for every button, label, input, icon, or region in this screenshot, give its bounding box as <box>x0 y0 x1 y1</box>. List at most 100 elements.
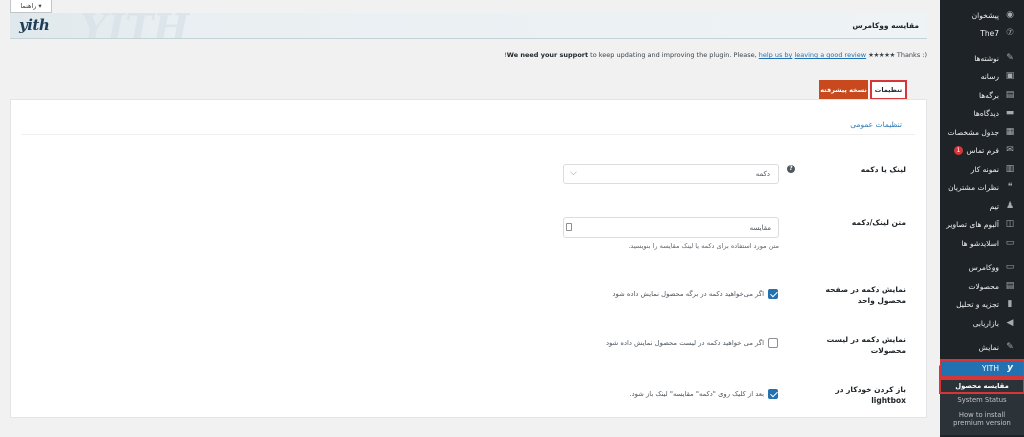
table-icon: ▦ <box>1005 126 1015 137</box>
count-badge: 1 <box>953 146 964 156</box>
chevron-down-icon: ⌵ <box>570 168 577 178</box>
stars-icon: ★★★★★ <box>868 51 895 59</box>
review-link[interactable]: leaving a good review <box>794 51 866 59</box>
sidebar-item-comments[interactable]: ▬ دیدگاه‌ها <box>940 105 1024 124</box>
mail-icon: ✉ <box>1006 145 1014 156</box>
help-us-link[interactable]: help us by <box>759 51 793 59</box>
sidebar-item-media[interactable]: ▣ رسانه <box>940 68 1024 87</box>
products-icon: ▤ <box>1005 280 1015 291</box>
sidebar-item-the7[interactable]: ⑦ The7 <box>940 25 1024 44</box>
sidebar-item-label: اسلایدشو ها <box>961 238 999 248</box>
show-single-label: نمایش دکمه در صفحه محصول واحد <box>825 285 906 305</box>
testimonials-icon: ❝ <box>1007 182 1013 193</box>
sidebar-item-label: نمایش <box>978 343 999 353</box>
sidebar-item-gallery[interactable]: ◫ آلبوم های تصاویر <box>940 216 1024 235</box>
caret-down-icon: ▾ <box>38 2 42 10</box>
dashboard-icon: ◉ <box>1006 9 1014 20</box>
slideshow-icon: ▭ <box>1005 237 1015 248</box>
sidebar-item-label: ووکامرس <box>968 263 999 273</box>
help-tab-label: راهنما <box>20 2 37 10</box>
link-text-label: متن لینک/دکمه <box>851 218 906 227</box>
sidebar-item-label: جدول مشخصات <box>947 127 999 137</box>
sidebar-item-label: نظرات مشتریان <box>948 183 999 193</box>
sidebar-item-products[interactable]: ▤ محصولات <box>940 277 1024 296</box>
show-single-text: اگر می‌خواهید دکمه در برگه محصول نمایش د… <box>612 290 765 298</box>
analytics-icon: ▮ <box>1007 299 1013 310</box>
sidebar-item-marketing[interactable]: ◀ بازاریابی <box>940 314 1024 333</box>
show-list-label: نمایش دکمه در لیست محصولات <box>826 335 906 355</box>
sidebar-item-pages[interactable]: ▤ برگه‌ها <box>940 86 1024 105</box>
admin-sidebar: ◉ پیشخوان ⑦ The7 ✎ نوشته‌ها ▣ رسانه ▤ برگه‌ها… <box>939 0 1024 437</box>
link-text-description: متن مورد استفاده برای دکمه یا لینک مقایس… <box>628 242 779 250</box>
pin-icon: ✎ <box>1006 52 1014 63</box>
sidebar-item-label: The7 <box>980 29 999 39</box>
appearance-icon: ✎ <box>1006 342 1014 353</box>
tab-premium[interactable]: نسخه پیشرفته <box>819 80 868 100</box>
link-or-button-select[interactable]: دکمه ⌵ <box>563 164 779 184</box>
sidebar-item-appearance[interactable]: ✎ نمایش <box>940 339 1024 358</box>
sidebar-item-portfolio[interactable]: ▥ نمونه کار <box>940 160 1024 179</box>
marketing-icon: ◀ <box>1006 317 1014 328</box>
woocommerce-icon: ▭ <box>1005 262 1015 273</box>
sidebar-item-label: نمونه کار <box>970 164 999 174</box>
sidebar-item-label: YITH <box>981 364 999 373</box>
auto-lightbox-label: باز کردن خودکار در lightbox <box>835 385 906 405</box>
sidebar-item-label: دیدگاه‌ها <box>973 109 999 119</box>
sidebar-item-posts[interactable]: ✎ نوشته‌ها <box>940 49 1024 68</box>
link-text-input[interactable] <box>563 217 779 238</box>
the7-icon: ⑦ <box>1005 28 1015 39</box>
section-divider <box>22 134 915 135</box>
sidebar-item-label: محصولات <box>968 281 999 291</box>
help-tab-button[interactable]: راهنما ▾ <box>10 0 52 13</box>
page-title: مقایسه ووکامرس <box>852 21 919 30</box>
comments-icon: ▬ <box>1005 108 1015 119</box>
show-single-checkbox[interactable] <box>768 289 778 299</box>
show-list-checkbox[interactable] <box>768 338 778 348</box>
yith-watermark: YITH <box>80 13 190 39</box>
portfolio-icon: ▥ <box>1005 163 1015 174</box>
yith-header: YITH yith مقایسه ووکامرس <box>10 13 927 39</box>
notice-prefix: Thanks :) <box>896 51 927 59</box>
sidebar-item-label: تیم <box>989 201 999 211</box>
notice-strong: We need your support <box>506 51 589 59</box>
review-notice: !We need your support to keep updating a… <box>504 51 927 59</box>
notice-rest: to keep updating and improving the plugi… <box>588 51 759 59</box>
section-title: تنظیمات عمومی <box>850 120 902 129</box>
sidebar-item-label: رسانه <box>980 72 999 82</box>
sidebar-item-label: آلبوم های تصاویر <box>946 220 999 230</box>
yith-logo: yith <box>19 16 50 34</box>
submenu-product-compare[interactable]: مقایسه محصول <box>939 377 1024 395</box>
team-icon: ♟ <box>1005 200 1015 211</box>
media-icon: ▣ <box>1005 71 1015 82</box>
sidebar-item-spec-table[interactable]: ▦ جدول مشخصات <box>940 123 1024 142</box>
submenu-system-status[interactable]: System Status <box>940 393 1024 407</box>
sidebar-item-label: بازاریابی <box>972 318 999 328</box>
current-menu-arrow <box>935 356 940 366</box>
tab-settings[interactable]: تنظیمات <box>870 80 907 100</box>
sidebar-item-testimonials[interactable]: ❝ نظرات مشتریان <box>940 179 1024 198</box>
sidebar-item-label: نوشته‌ها <box>974 53 999 63</box>
auto-lightbox-checkbox[interactable] <box>768 389 778 399</box>
show-list-text: اگر می خواهید دکمه در لیست محصول نمایش د… <box>606 339 764 347</box>
submenu-install-premium[interactable]: How to install premium version <box>940 408 1024 431</box>
select-value: دکمه <box>755 170 770 178</box>
sidebar-item-team[interactable]: ♟ تیم <box>940 197 1024 216</box>
sidebar-item-label: برگه‌ها <box>978 90 999 100</box>
sidebar-item-dashboard[interactable]: ◉ پیشخوان <box>940 6 1024 25</box>
auto-lightbox-text: بعد از کلیک روی "دکمه" مقایسه" لینک باز … <box>629 390 764 398</box>
sidebar-item-woocommerce[interactable]: ▭ ووکامرس <box>940 259 1024 278</box>
gallery-icon: ◫ <box>1005 219 1015 230</box>
yith-submenu: مقایسه محصول System Status How to instal… <box>939 377 1024 435</box>
sidebar-item-slideshow[interactable]: ▭ اسلایدشو ها <box>940 234 1024 253</box>
settings-panel <box>10 99 927 418</box>
link-or-button-label: لینک یا دکمه <box>860 165 906 174</box>
sidebar-item-analytics[interactable]: ▮ تجزیه و تحلیل <box>940 296 1024 315</box>
sidebar-item-contact[interactable]: ✉ فرم تماس 1 <box>940 142 1024 161</box>
sidebar-item-label: پیشخوان <box>971 10 999 20</box>
sidebar-item-label: تجزیه و تحلیل <box>956 300 999 310</box>
sidebar-item-label: فرم تماس <box>966 146 999 156</box>
help-icon[interactable]: ? <box>787 165 795 173</box>
pages-icon: ▤ <box>1005 89 1015 100</box>
sidebar-item-yith[interactable]: y YITH <box>939 359 1024 378</box>
yith-icon: y <box>1007 363 1013 373</box>
